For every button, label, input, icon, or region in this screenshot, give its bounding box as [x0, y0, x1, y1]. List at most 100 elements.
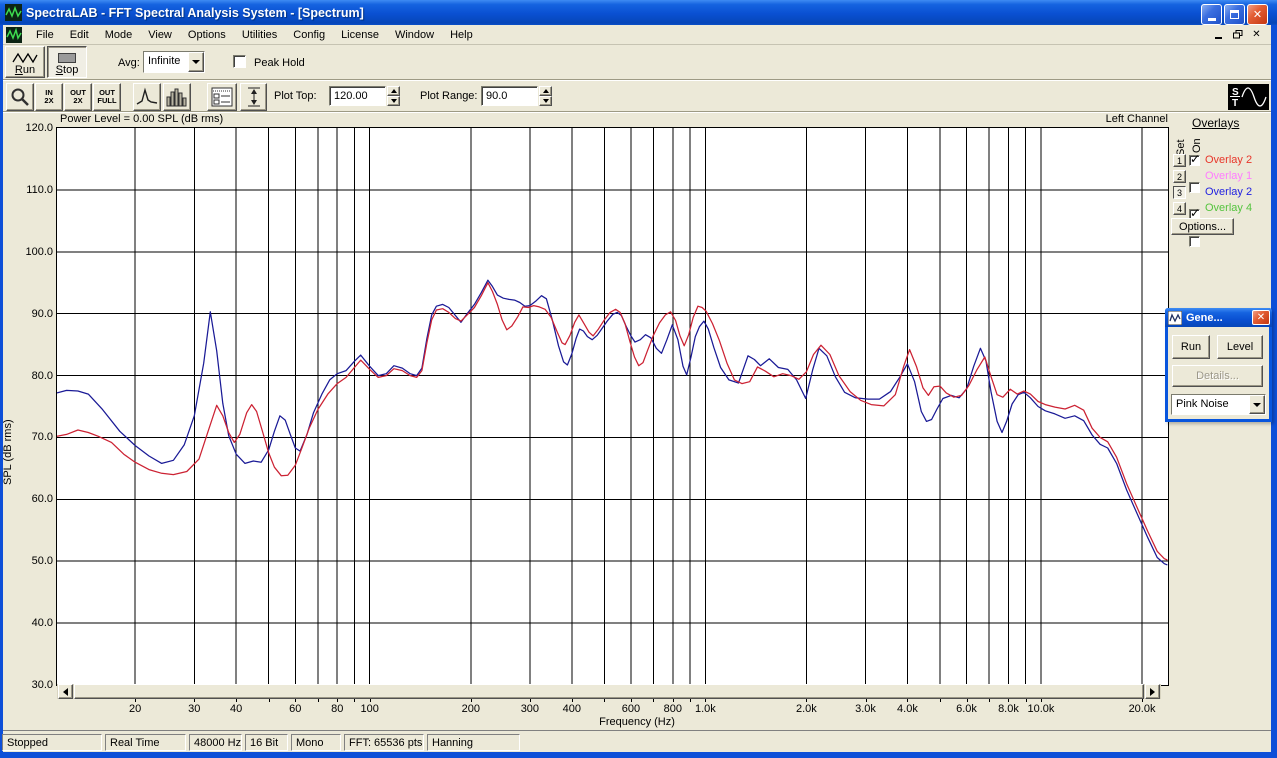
close-icon: ✕	[1256, 312, 1266, 323]
status-run-state: Stopped	[2, 734, 102, 751]
menu-license[interactable]: License	[333, 27, 387, 43]
arrow-right-icon	[1150, 687, 1155, 696]
overlays-on-label: On	[1191, 138, 1203, 153]
maximize-icon	[1230, 10, 1239, 19]
overlays-heading: Overlays	[1192, 116, 1240, 130]
generator-run-label: Run	[1180, 341, 1202, 353]
x-tick-label: 600	[621, 703, 641, 715]
overlay-label-3: Overlay 2	[1205, 186, 1253, 198]
maximize-button[interactable]	[1224, 4, 1245, 25]
avg-select[interactable]: Infinite	[143, 51, 205, 73]
minimize-button[interactable]	[1201, 4, 1222, 25]
line-spectrum-button[interactable]	[133, 83, 161, 111]
bar-spectrum-button[interactable]	[163, 83, 191, 111]
scrollbar-thumb[interactable]	[74, 684, 1144, 699]
child-close-button[interactable]: ✕	[1248, 27, 1265, 41]
status-window-function: Hanning	[427, 734, 520, 751]
x-tick-label: 1.0k	[694, 703, 716, 715]
close-button[interactable]: ✕	[1247, 4, 1268, 25]
peak-curve-icon	[136, 87, 158, 105]
scroll-right-button[interactable]	[1145, 684, 1160, 699]
power-level-readout: Power Level = 0.00 SPL (dB rms)	[60, 113, 224, 125]
amplitude-range-button[interactable]	[240, 83, 267, 111]
plot-range-input[interactable]: 90.0	[481, 86, 538, 106]
plot-range-spinner[interactable]	[539, 86, 552, 106]
plot-range-spin-down[interactable]	[539, 96, 552, 106]
status-sample-rate: 48000 Hz	[189, 734, 242, 751]
menu-window[interactable]: Window	[387, 27, 442, 43]
generator-details-label: Details...	[1196, 370, 1239, 382]
plot-top-spin-up[interactable]	[387, 86, 400, 96]
zoom-out-full-button[interactable]: OUT FULL	[93, 83, 121, 111]
generator-details-button[interactable]: Details...	[1172, 365, 1263, 387]
generator-close-button[interactable]: ✕	[1252, 310, 1270, 325]
zoom-in-2x-icon: IN 2X	[44, 88, 54, 105]
menu-view[interactable]: View	[140, 27, 180, 43]
display-options-button[interactable]	[207, 83, 237, 111]
overlay-on-checkbox-2[interactable]	[1189, 182, 1200, 193]
x-tick-label: 20.0k	[1128, 703, 1156, 715]
y-tick-label: 70.0	[31, 431, 53, 444]
stop-button[interactable]: Stop	[47, 46, 87, 78]
run-button-label: Run	[14, 64, 36, 76]
menu-config[interactable]: Config	[285, 27, 333, 43]
signal-generator-shortcut[interactable]: S T	[1228, 84, 1269, 110]
menu-separator	[3, 44, 1271, 45]
zoom-out-2x-icon: OUT 2X	[70, 88, 86, 105]
scroll-left-button[interactable]	[58, 684, 73, 699]
plot-top-spinner[interactable]	[387, 86, 400, 106]
generator-level-button[interactable]: Level	[1217, 335, 1263, 359]
generator-signal-dropdown-button[interactable]	[1249, 395, 1265, 414]
plot-range-spin-up[interactable]	[539, 86, 552, 96]
chevron-down-icon	[1253, 402, 1261, 407]
zoom-out-2x-button[interactable]: OUT 2X	[64, 83, 92, 111]
plot-range-label: Plot Range:	[420, 90, 478, 102]
status-fft-size: FFT: 65536 pts	[344, 734, 424, 751]
spectrum-plot	[56, 128, 1168, 685]
generator-signal-select[interactable]: Pink Noise	[1171, 394, 1266, 415]
generator-window-icon	[1168, 310, 1182, 325]
overlay-label-2: Overlay 1	[1205, 170, 1253, 182]
x-tick-label: 60	[289, 703, 302, 715]
child-minimize-icon	[1215, 36, 1222, 39]
plot-top-label: Plot Top:	[274, 90, 317, 102]
y-tick-label: 60.0	[31, 493, 53, 506]
zoom-in-2x-button[interactable]: IN 2X	[35, 83, 63, 111]
app-icon	[5, 4, 22, 21]
menu-edit[interactable]: Edit	[62, 27, 97, 43]
overlay-on-checkbox-4[interactable]	[1189, 236, 1200, 247]
menu-utilities[interactable]: Utilities	[234, 27, 285, 43]
child-restore-button[interactable]	[1229, 27, 1246, 41]
x-tick-label: 10.0k	[1027, 703, 1055, 715]
plot-top-input[interactable]: 120.00	[329, 86, 386, 106]
avg-dropdown-button[interactable]	[188, 52, 204, 72]
generator-window: Gene... ✕ Run Level Details... Pink Nois…	[1165, 308, 1272, 422]
child-minimize-button[interactable]	[1210, 27, 1227, 41]
peak-hold-checkbox[interactable]	[233, 55, 246, 68]
zoom-button[interactable]	[6, 83, 34, 111]
menu-options[interactable]: Options	[180, 27, 234, 43]
close-icon: ✕	[1252, 9, 1263, 21]
overlay-set-button-2[interactable]: 2	[1173, 170, 1186, 183]
overlay-set-button-1[interactable]: 1	[1173, 154, 1186, 167]
run-button[interactable]: Run	[5, 46, 45, 78]
x-tick-label: 800	[663, 703, 683, 715]
overlay-on-checkbox-1[interactable]	[1189, 152, 1200, 166]
overlays-options-button[interactable]: Options...	[1171, 218, 1234, 235]
menu-help[interactable]: Help	[442, 27, 481, 43]
overlay-set-button-4[interactable]: 4	[1173, 202, 1186, 215]
peak-hold-label: Peak Hold	[254, 57, 305, 69]
y-tick-label: 100.0	[25, 245, 53, 258]
generator-run-button[interactable]: Run	[1172, 335, 1210, 359]
menu-file[interactable]: File	[28, 27, 62, 43]
generator-title-bar[interactable]: Gene... ✕	[1165, 308, 1272, 327]
child-restore-icon	[1232, 29, 1242, 38]
y-tick-label: 110.0	[26, 183, 53, 196]
title-bar: SpectraLAB - FFT Spectral Analysis Syste…	[0, 0, 1277, 25]
window-border-bottom	[0, 752, 1277, 758]
h-scrollbar[interactable]	[57, 684, 1161, 699]
overlay-set-button-3[interactable]: 3	[1173, 186, 1186, 199]
y-axis-title: SPL (dB rms)	[2, 419, 14, 485]
plot-top-spin-down[interactable]	[387, 96, 400, 106]
menu-mode[interactable]: Mode	[97, 27, 141, 43]
